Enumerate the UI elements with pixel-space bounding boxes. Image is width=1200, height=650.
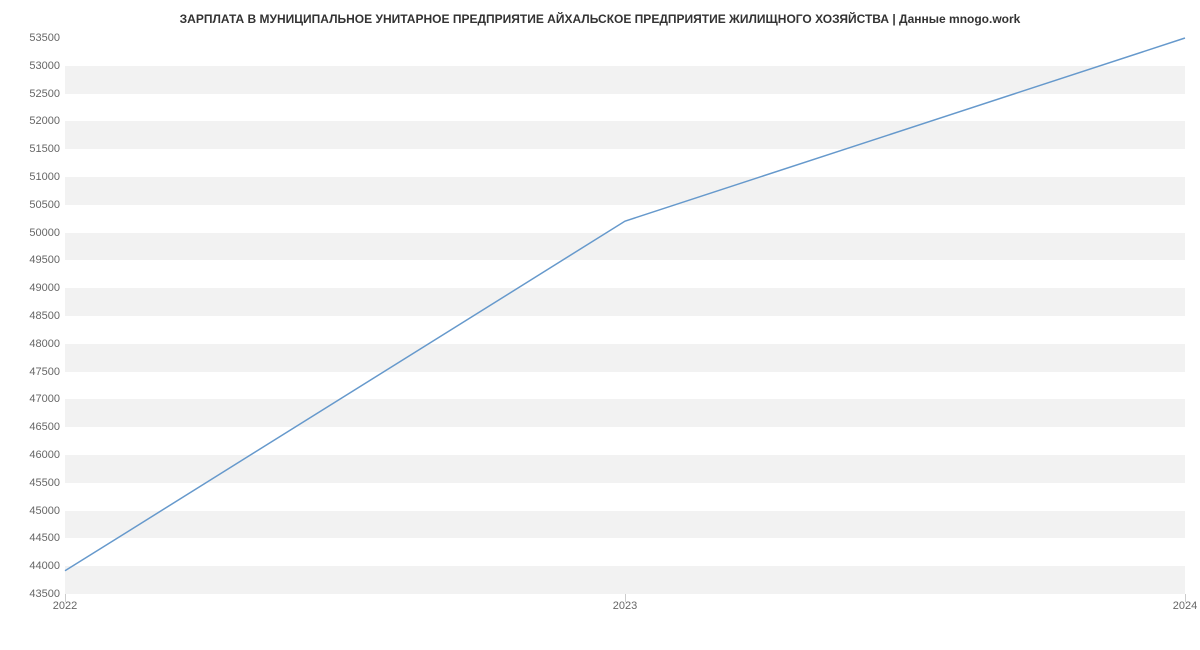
y-tick-label: 52500 <box>5 88 60 100</box>
y-tick-label: 46500 <box>5 421 60 433</box>
y-tick-label: 45000 <box>5 505 60 517</box>
y-tick-label: 44500 <box>5 532 60 544</box>
y-tick-label: 46000 <box>5 449 60 461</box>
y-tick-label: 53000 <box>5 60 60 72</box>
y-tick-label: 51000 <box>5 171 60 183</box>
y-tick-label: 47000 <box>5 393 60 405</box>
y-tick-label: 51500 <box>5 143 60 155</box>
x-tick-label: 2022 <box>53 600 77 612</box>
data-line <box>65 38 1185 571</box>
y-tick-label: 43500 <box>5 588 60 600</box>
chart-title: ЗАРПЛАТА В МУНИЦИПАЛЬНОЕ УНИТАРНОЕ ПРЕДП… <box>0 0 1200 34</box>
y-tick-label: 44000 <box>5 560 60 572</box>
y-tick-label: 45500 <box>5 477 60 489</box>
x-tick-label: 2024 <box>1173 600 1197 612</box>
x-tick-label: 2023 <box>613 600 637 612</box>
y-tick-label: 50500 <box>5 199 60 211</box>
chart-plot-area <box>65 38 1185 594</box>
y-tick-label: 53500 <box>5 32 60 44</box>
y-tick-label: 47500 <box>5 366 60 378</box>
y-tick-label: 48000 <box>5 338 60 350</box>
y-tick-label: 49000 <box>5 282 60 294</box>
chart-line-svg <box>65 38 1185 593</box>
y-tick-label: 50000 <box>5 227 60 239</box>
y-tick-label: 52000 <box>5 115 60 127</box>
y-tick-label: 48500 <box>5 310 60 322</box>
y-tick-label: 49500 <box>5 254 60 266</box>
